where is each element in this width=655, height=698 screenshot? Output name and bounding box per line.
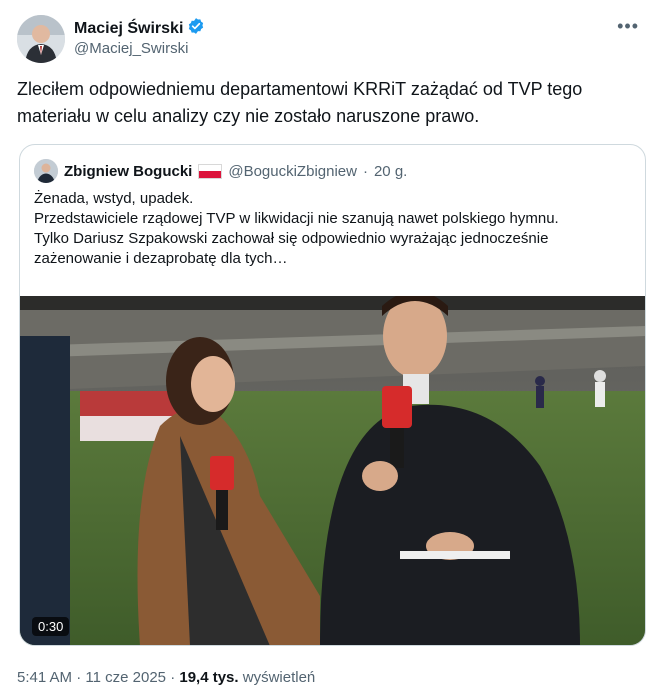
footer-separator: · [76,669,82,686]
poland-flag-icon [198,163,223,179]
video-thumbnail [20,291,645,645]
verified-badge-icon [187,17,205,40]
tweet-time[interactable]: 5:41 AM [17,669,72,686]
quoted-tweet[interactable]: Zbigniew Bogucki @BoguckiZbigniew · 20 g… [19,144,646,646]
meta-separator: · [362,162,368,180]
views-label: wyświetleń [242,669,316,686]
author-name[interactable]: Maciej Świrski [74,20,183,38]
tweet-date[interactable]: 11 cze 2025 [85,669,166,686]
quoted-tweet-time[interactable]: 20 g. [374,163,407,180]
quoted-author-handle[interactable]: @BoguckiZbigniew [228,163,357,180]
author-avatar[interactable] [17,15,65,63]
video-player[interactable]: 0:30 [20,291,645,645]
quoted-author-avatar[interactable] [34,159,58,183]
author-handle[interactable]: @Maciej_Swirski [74,40,188,57]
tweet-footer: 5:41 AM · 11 cze 2025 · 19,4 tys. wyświe… [17,669,315,686]
video-duration: 0:30 [32,617,70,636]
quoted-author-name[interactable]: Zbigniew Bogucki [64,163,192,180]
tweet-text: Zleciłem odpowiedniemu departamentowi KR… [17,79,583,126]
more-dots-icon[interactable]: ••• [617,16,639,37]
view-count: 19,4 tys. [179,669,239,686]
footer-separator-2: · [170,669,176,686]
quoted-tweet-text: Żenada, wstyd, upadek. Przedstawiciele r… [34,190,559,267]
